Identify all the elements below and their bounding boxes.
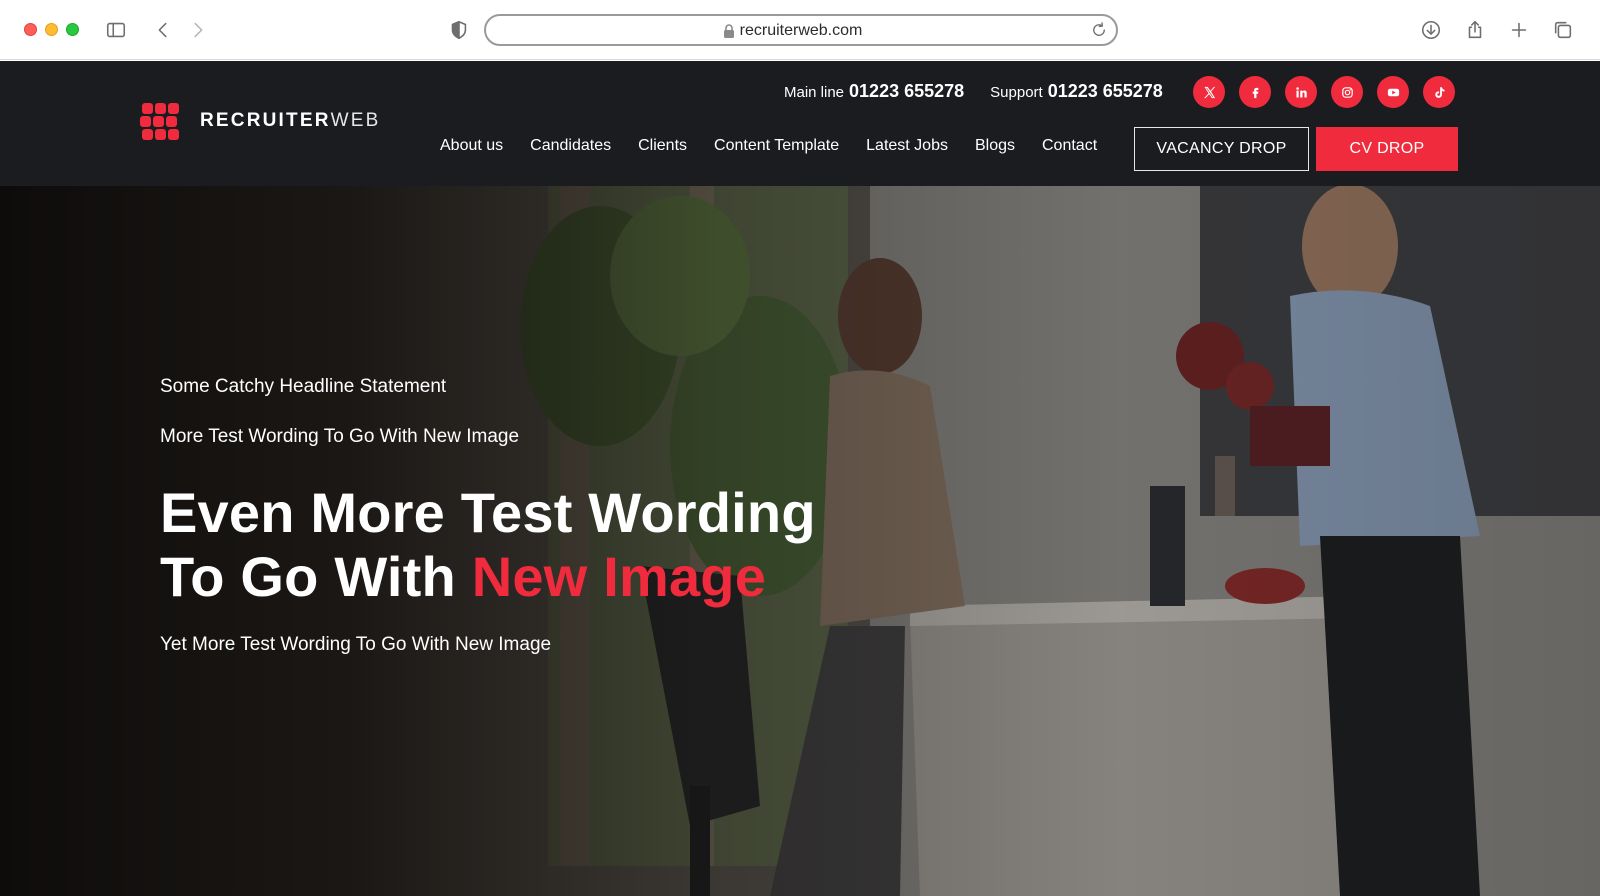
vacancy-drop-button[interactable]: VACANCY DROP bbox=[1134, 127, 1309, 171]
address-bar[interactable]: recruiterweb.com bbox=[484, 14, 1118, 46]
linkedin-icon[interactable] bbox=[1285, 76, 1317, 108]
new-tab-icon[interactable] bbox=[1506, 17, 1532, 43]
nav-latest-jobs[interactable]: Latest Jobs bbox=[866, 137, 948, 155]
close-window-button[interactable] bbox=[24, 23, 37, 36]
browser-toolbar: recruiterweb.com bbox=[0, 0, 1600, 60]
reload-icon[interactable] bbox=[1090, 21, 1108, 44]
minimize-window-button[interactable] bbox=[45, 23, 58, 36]
nav-about-us[interactable]: About us bbox=[440, 137, 503, 155]
contact-numbers: Main line 01223 655278 Support 01223 655… bbox=[784, 81, 1189, 102]
url-text: recruiterweb.com bbox=[739, 22, 863, 39]
forward-icon[interactable] bbox=[185, 17, 211, 43]
main-line-label: Main line bbox=[784, 84, 845, 101]
hero-subheading-1: More Test Wording To Go With New Image bbox=[160, 426, 520, 447]
hero-headline-accent: New Image bbox=[471, 545, 767, 608]
logo-mark-icon bbox=[140, 102, 179, 140]
support-number[interactable]: 01223 655278 bbox=[1048, 81, 1163, 102]
privacy-shield-icon[interactable] bbox=[446, 17, 472, 43]
window-controls bbox=[24, 23, 79, 36]
youtube-icon[interactable] bbox=[1377, 76, 1409, 108]
hero-banner: Some Catchy Headline Statement More Test… bbox=[0, 186, 1600, 896]
hero-kicker: Some Catchy Headline Statement bbox=[160, 376, 447, 397]
support-label: Support bbox=[990, 84, 1043, 101]
zoom-window-button[interactable] bbox=[66, 23, 79, 36]
main-line-number[interactable]: 01223 655278 bbox=[849, 81, 964, 102]
hero-headline-line-1: Even More Test Wording bbox=[160, 481, 816, 544]
nav-blogs[interactable]: Blogs bbox=[975, 137, 1015, 155]
nav-clients[interactable]: Clients bbox=[638, 137, 687, 155]
main-nav: About us Candidates Clients Content Temp… bbox=[440, 137, 1124, 155]
nav-contact[interactable]: Contact bbox=[1042, 137, 1097, 155]
hero-headline: Even More Test Wording To Go With New Im… bbox=[160, 481, 816, 609]
tiktok-icon[interactable] bbox=[1423, 76, 1455, 108]
facebook-icon[interactable] bbox=[1239, 76, 1271, 108]
cv-drop-button[interactable]: CV DROP bbox=[1316, 127, 1458, 171]
logo-text: RECRUITERWEB bbox=[200, 110, 381, 131]
nav-candidates[interactable]: Candidates bbox=[530, 137, 611, 155]
back-icon[interactable] bbox=[150, 17, 176, 43]
sidebar-toggle-icon[interactable] bbox=[103, 17, 129, 43]
social-links bbox=[1193, 76, 1455, 108]
share-icon[interactable] bbox=[1462, 17, 1488, 43]
site-header: RECRUITERWEB Main line 01223 655278 Supp… bbox=[0, 61, 1600, 186]
hero-headline-line-2: To Go With New Image bbox=[160, 545, 767, 608]
x-icon[interactable] bbox=[1193, 76, 1225, 108]
tab-overview-icon[interactable] bbox=[1550, 17, 1576, 43]
downloads-icon[interactable] bbox=[1418, 17, 1444, 43]
site-logo[interactable]: RECRUITERWEB bbox=[140, 102, 381, 140]
instagram-icon[interactable] bbox=[1331, 76, 1363, 108]
nav-content-template[interactable]: Content Template bbox=[714, 137, 839, 155]
hero-subheading-2: Yet More Test Wording To Go With New Ima… bbox=[160, 634, 552, 655]
